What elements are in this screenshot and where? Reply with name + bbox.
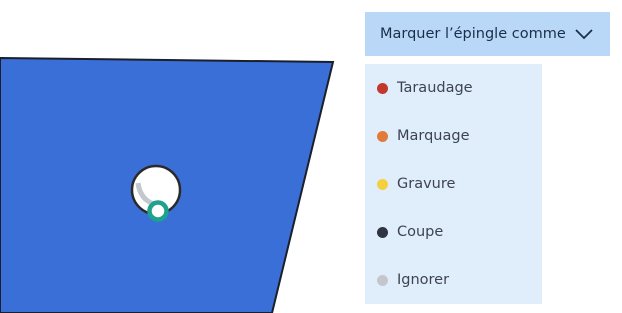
menu-item-coupe[interactable]: Coupe (365, 208, 542, 256)
menu-item-taraudage[interactable]: Taraudage (365, 64, 542, 112)
marquage-color-dot (377, 130, 388, 142)
menu-item-label: Gravure (397, 176, 456, 192)
menu-item-label: Coupe (397, 224, 444, 240)
dropdown-label: Marquer l’épingle comme (380, 26, 566, 42)
pin-marker[interactable] (147, 200, 169, 222)
chevron-down-icon (575, 29, 593, 40)
menu-item-label: Marquage (397, 128, 470, 144)
coupe-color-dot (377, 226, 388, 238)
taraudage-color-dot (377, 82, 388, 94)
mark-type-menu: Taraudage Marquage Gravure Coupe Ignorer (365, 64, 542, 304)
ignorer-color-dot (377, 274, 388, 286)
menu-item-label: Ignorer (397, 272, 450, 288)
menu-item-label: Taraudage (397, 80, 473, 96)
menu-item-marquage[interactable]: Marquage (365, 112, 542, 160)
gravure-color-dot (377, 178, 388, 190)
menu-item-ignorer[interactable]: Ignorer (365, 256, 542, 304)
menu-item-gravure[interactable]: Gravure (365, 160, 542, 208)
mark-pin-as-dropdown[interactable]: Marquer l’épingle comme (365, 12, 610, 56)
